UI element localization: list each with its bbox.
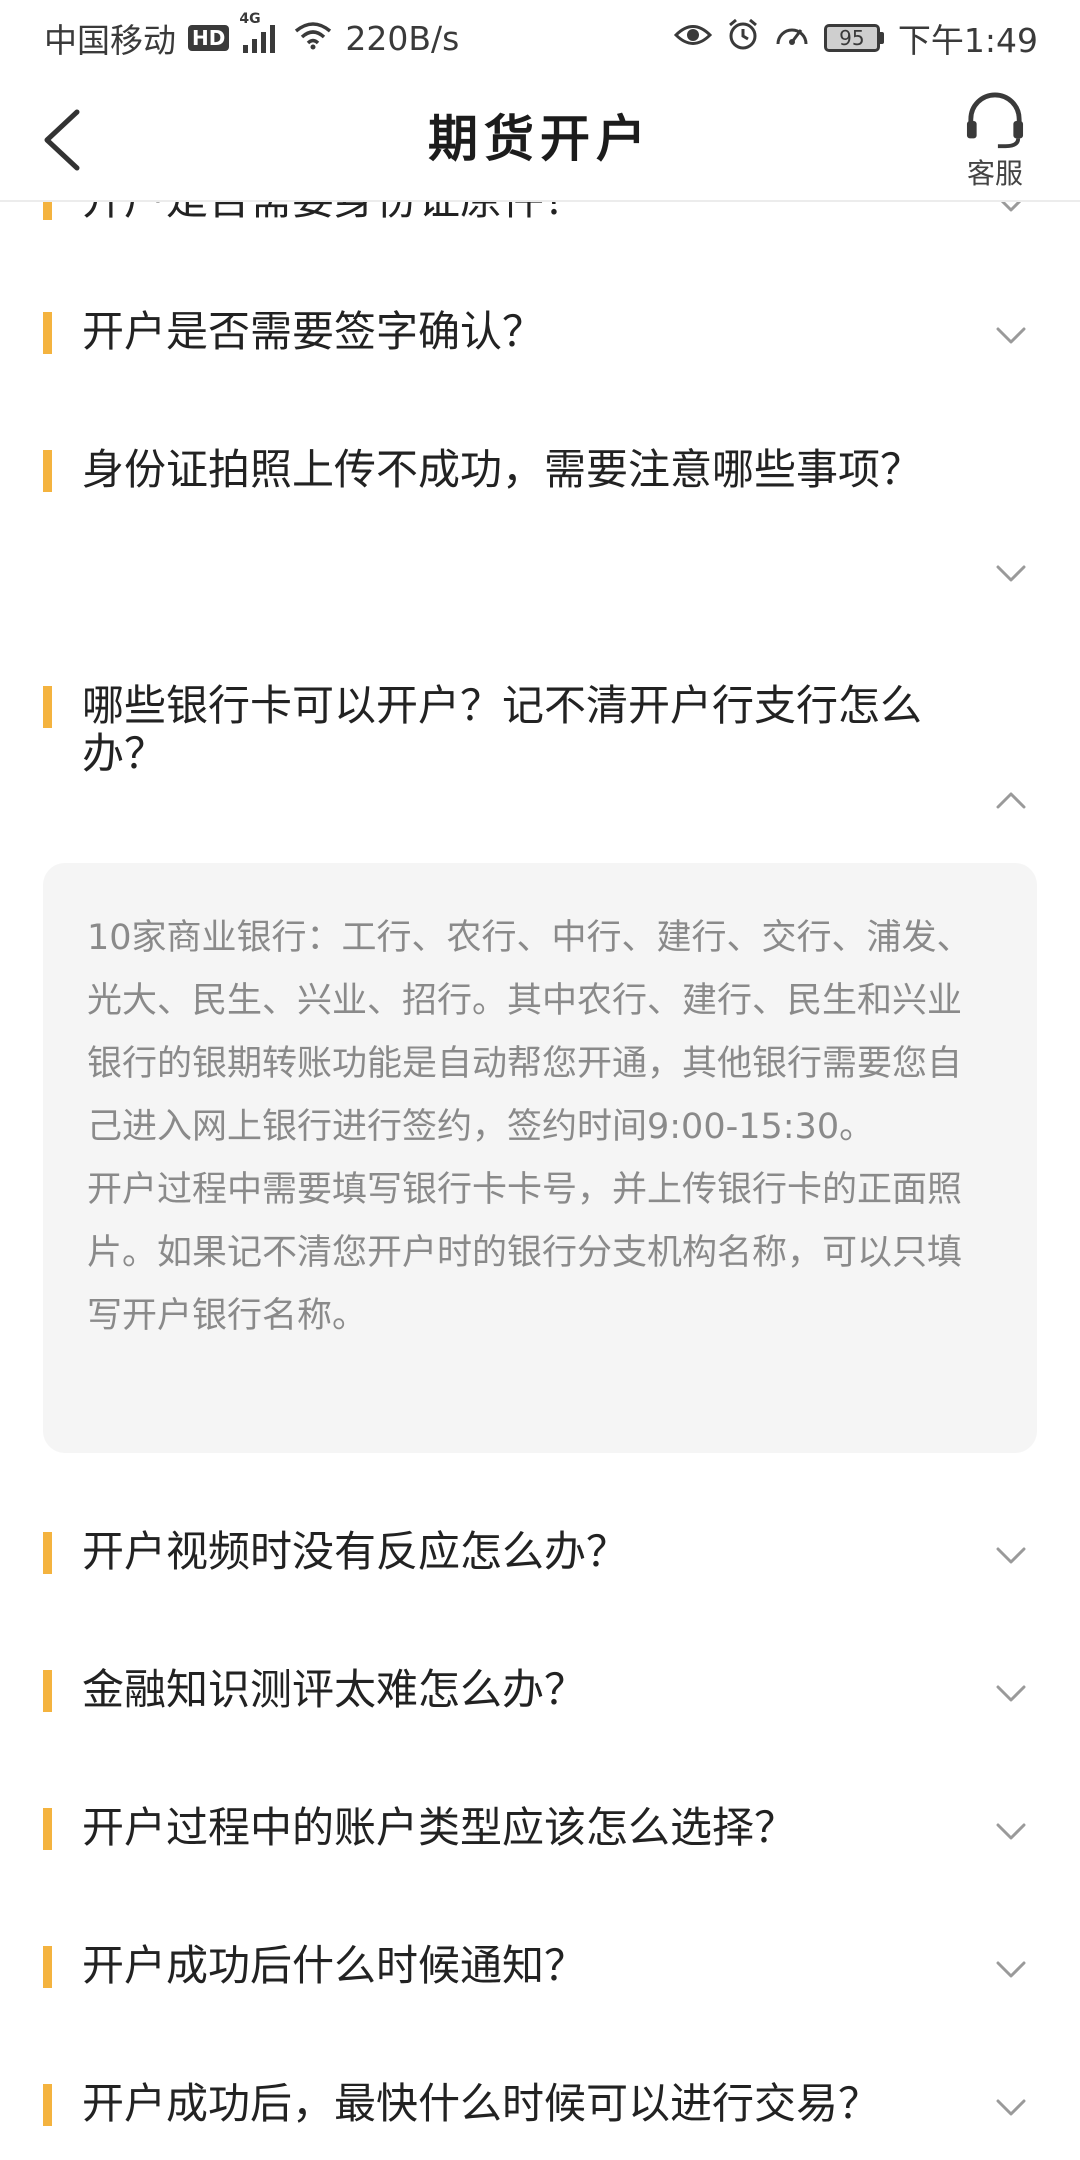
status-left: 中国移动 HD 4G 220B/s [44,11,471,62]
chevron-up-icon [996,792,1026,809]
speedometer-icon [774,18,810,58]
alarm-icon [726,17,760,59]
accent-bar [43,312,52,354]
faq-item[interactable]: 身份证拍照上传不成功，需要注意哪些事项？ [0,422,1080,602]
faq-item-expanded[interactable]: 哪些银行卡可以开户？记不清开户行支行怎么办？ [0,662,1080,822]
faq-item[interactable]: 开户过程中的账户类型应该怎么选择？ [0,1778,1080,1888]
faq-question: 身份证拍照上传不成功，需要注意哪些事项？ [82,445,923,494]
answer-paragraph: 开户过程中需要填写银行卡卡号，并上传银行卡的正面照片。如果记不清您开户时的银行分… [87,1170,963,1336]
faq-question: 金融知识测评太难怎么办？ [82,1665,587,1714]
faq-item[interactable]: 开户成功后什么时候通知？ [0,1916,1080,2026]
network-speed: 220B/s [345,18,460,58]
accent-bar [43,1670,52,1712]
battery-level: 95 [823,24,880,52]
chevron-down-icon [996,1823,1026,1840]
faq-item[interactable]: 开户是否需要签字确认？ [0,282,1080,392]
battery-tip [879,32,884,44]
faq-question: 哪些银行卡可以开户？记不清开户行支行怎么办？ [82,681,923,778]
signal-icon: 4G [239,11,281,53]
chevron-down-icon [996,1685,1026,1702]
chevron-down-icon [996,565,1026,582]
network-type: 4G [239,11,261,27]
page-title: 期货开户 [428,110,652,168]
battery-icon: 95 [823,24,884,52]
accent-bar [43,450,52,492]
status-bar: 中国移动 HD 4G 220B/s 95 下午1:49 [0,0,1080,76]
eye-icon [673,19,713,58]
accent-bar [43,1532,52,1574]
faq-item[interactable]: 开户视频时没有反应怎么办？ [0,1502,1080,1612]
back-arrow-icon [44,109,80,171]
chevron-down-icon [996,1961,1026,1978]
hd-icon: HD [188,25,230,51]
app-header: 期货开户 客服 [0,76,1080,202]
chevron-down-icon [996,1547,1026,1564]
headset-icon [966,92,1024,149]
wifi-icon [293,19,333,58]
status-right: 95 下午1:49 [660,14,1038,62]
customer-service-button[interactable]: 客服 [950,92,1040,192]
chevron-down-icon [996,2099,1026,2116]
accent-bar [43,686,52,728]
accent-bar [43,1946,52,1988]
accent-bar [43,2084,52,2126]
accent-bar [43,1808,52,1850]
faq-question: 开户是否需要签字确认？ [82,307,545,356]
customer-service-label: 客服 [966,157,1023,190]
chevron-down-icon [996,327,1026,344]
faq-question: 开户成功后什么时候通知？ [82,1941,587,1990]
clock: 下午1:49 [897,21,1038,60]
faq-answer-card: 10家商业银行：工行、农行、中行、建行、交行、浦发、光大、民生、兴业、招行。其中… [43,863,1037,1453]
faq-item[interactable]: 开户成功后，最快什么时候可以进行交易？ [0,2054,1080,2160]
faq-question: 开户成功后，最快什么时候可以进行交易？ [82,2079,881,2128]
answer-paragraph: 10家商业银行：工行、农行、中行、建行、交行、浦发、光大、民生、兴业、招行。其中… [87,918,972,1147]
faq-question: 开户视频时没有反应怎么办？ [82,1527,629,1576]
carrier-name: 中国移动 [44,21,176,60]
back-button[interactable] [26,98,96,182]
faq-question: 开户过程中的账户类型应该怎么选择？ [82,1803,797,1852]
faq-item[interactable]: 金融知识测评太难怎么办？ [0,1640,1080,1750]
